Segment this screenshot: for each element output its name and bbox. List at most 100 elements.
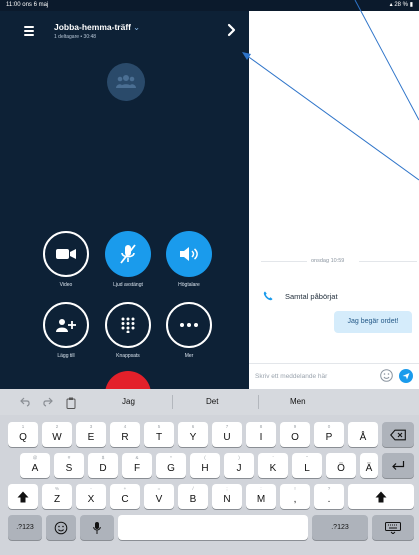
speaker-icon [180,247,198,261]
mute-button[interactable] [105,231,151,277]
end-call-button[interactable] [105,371,151,389]
redo-icon[interactable] [42,397,53,407]
key-o-umlaut[interactable]: Ö [326,453,356,478]
add-participant-button[interactable] [43,302,89,348]
status-bar: 11:00 ons 6 maj ▴ 28 % ▮ [0,0,419,11]
suggestion-2[interactable]: Det [206,397,218,406]
key-z[interactable]: % Z [42,484,72,509]
suggestion-1[interactable]: Jag [122,397,135,406]
call-subtitle: 1 deltagare • 30:48 [54,34,97,40]
key-r[interactable]: 4R [110,422,140,447]
status-battery: ▴ 28 % ▮ [389,2,413,8]
key-q[interactable]: 1Q [8,422,38,447]
backspace-key[interactable] [382,422,414,447]
chat-panel: onsdag 10:59 Samtal påbörjat Jag begär o… [249,11,419,389]
key-y[interactable]: 6Y [178,422,208,447]
video-label: Video [59,282,73,288]
numbers-key-left[interactable]: .?123 [8,515,42,540]
status-time: 11:00 ons 6 maj [6,2,49,8]
send-button[interactable] [399,369,413,383]
more-icon [180,323,198,327]
return-key[interactable] [382,453,414,478]
message-input[interactable] [255,368,377,384]
key-x[interactable]: -X [76,484,106,509]
hamburger-menu-icon[interactable] [24,26,34,36]
call-panel: Jobba-hemma-träff ⌄ 1 deltagare • 30:48 V… [0,11,249,389]
add-participant-label: Lägg till [57,353,75,359]
message-bubble[interactable]: Jag begär ordet! [334,311,412,333]
suggestion-bar: Jag Det Men [0,389,419,415]
microphone-off-icon [120,244,136,264]
group-avatar [107,63,145,101]
compose-bar [249,363,419,387]
divider [359,261,417,262]
send-icon [402,373,410,380]
space-key[interactable] [118,515,308,540]
suggestion-3[interactable]: Men [290,397,306,406]
backspace-icon [390,429,406,440]
key-k[interactable]: ' K [258,453,288,478]
dialpad-button[interactable] [105,302,151,348]
phone-icon [263,291,273,301]
keyboard-dismiss-key[interactable] [372,515,414,540]
key-i[interactable]: 8I [246,422,276,447]
more-label: Mer [184,353,194,359]
emoji-key[interactable] [46,515,76,540]
emoji-icon [54,521,68,534]
chevron-down-icon[interactable]: ⌄ [133,22,140,32]
undo-icon[interactable] [20,397,31,407]
clipboard-icon[interactable] [66,397,76,409]
return-icon [392,460,405,470]
key-a[interactable]: @ A [20,453,50,478]
shift-key-right[interactable] [348,484,414,509]
speaker-label: Högtalare [178,282,200,288]
key-t[interactable]: 5T [144,422,174,447]
shift-icon [375,491,387,502]
numbers-key-right[interactable]: .?123 [312,515,368,540]
chevron-right-icon[interactable] [224,23,238,37]
key-a-ring[interactable]: Å [348,422,378,447]
key-question-period[interactable]: ?. [314,484,344,509]
dialpad-label: Knappsats [116,353,140,359]
chat-date-separator: onsdag 10:59 [311,258,345,264]
group-icon [116,75,136,88]
key-o[interactable]: 9O [280,422,310,447]
shift-icon [17,491,29,502]
on-screen-keyboard: Jag Det Men 1Q 2W 3E 4R 5T 6Y 7U 8I 9O 0… [0,389,419,555]
key-v[interactable]: = V [144,484,174,509]
key-b[interactable]: / B [178,484,208,509]
microphone-icon [93,521,101,534]
key-u[interactable]: 7U [212,422,242,447]
dictation-key[interactable] [80,515,114,540]
key-h[interactable]: (H [190,453,220,478]
key-e[interactable]: 3E [76,422,106,447]
keyboard-icon [385,521,401,534]
key-l[interactable]: " L [292,453,322,478]
key-f[interactable]: & F [122,453,152,478]
key-s[interactable]: # S [54,453,84,478]
video-button[interactable] [43,231,89,277]
call-started-event: Samtal påbörjat [285,292,338,301]
speaker-button[interactable] [166,231,212,277]
shift-key-left[interactable] [8,484,38,509]
key-d[interactable]: $ D [88,453,118,478]
add-person-icon [56,319,76,332]
divider [258,395,259,409]
call-title[interactable]: Jobba-hemma-träff ⌄ [54,22,140,33]
more-button[interactable] [166,302,212,348]
emoji-icon[interactable] [380,369,393,382]
key-n[interactable]: ; N [212,484,242,509]
key-c[interactable]: + C [110,484,140,509]
divider [261,261,307,262]
dialpad-icon [121,317,135,333]
key-a-umlaut[interactable]: Ä [360,453,378,478]
key-w[interactable]: 2W [42,422,72,447]
key-j[interactable]: ) J [224,453,254,478]
key-m[interactable]: :M [246,484,276,509]
mute-label: Ljud avstängt [113,282,143,288]
key-g[interactable]: * G [156,453,186,478]
key-p[interactable]: 0P [314,422,344,447]
video-camera-icon [56,249,76,259]
key-exclamation-comma[interactable]: !, [280,484,310,509]
divider [172,395,173,409]
